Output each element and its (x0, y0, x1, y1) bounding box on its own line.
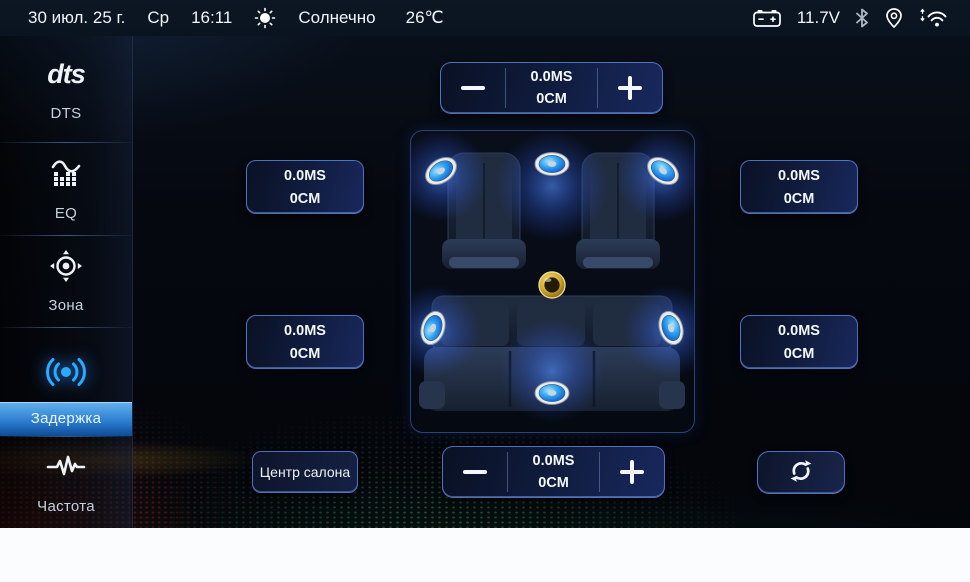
sidebar-item-delay[interactable]: Задержка (0, 328, 132, 436)
front-center-delay-values: 0.0MS 0CM (505, 68, 598, 108)
front-center-minus-button[interactable] (441, 63, 505, 113)
rear-center-minus-button[interactable] (443, 447, 507, 497)
delay-cm-value: 0CM (538, 475, 569, 491)
delay-value-front-right[interactable]: 0.0MS 0CM (740, 160, 858, 214)
delay-ms-value: 0.0MS (778, 168, 820, 184)
status-weekday: Ср (147, 8, 169, 28)
sidebar-item-label: Задержка (0, 402, 132, 436)
status-time: 16:11 (191, 8, 232, 28)
delay-cm-value: 0CM (784, 191, 815, 207)
zone-target-icon (48, 248, 84, 284)
sidebar-item-eq[interactable]: EQ (0, 143, 132, 235)
delay-cm-value: 0CM (290, 346, 321, 362)
sidebar-item-label: DTS (51, 105, 82, 122)
minus-icon (463, 470, 487, 475)
plus-icon (620, 460, 644, 484)
delay-cm-value: 0CM (290, 191, 321, 207)
status-voltage: 11.7V (797, 8, 840, 28)
reset-delays-button[interactable] (757, 451, 845, 494)
rear-center-delay-stepper: 0.0MS 0CM (442, 446, 665, 498)
status-date: 30 июл. 25 г. (28, 8, 125, 28)
frequency-wave-icon (46, 449, 86, 485)
delay-ms-value: 0.0MS (533, 453, 575, 469)
car-battery-icon (751, 7, 783, 29)
front-center-plus-button[interactable] (598, 63, 662, 113)
rear-center-plus-button[interactable] (600, 447, 664, 497)
front-center-delay-stepper: 0.0MS 0CM (440, 62, 663, 114)
equalizer-icon (49, 156, 83, 192)
delay-ms-value: 0.0MS (284, 323, 326, 339)
sidebar-item-label: Зона (48, 297, 83, 314)
bluetooth-icon (854, 7, 870, 29)
sidebar: dts DTS EQ (0, 36, 133, 528)
status-bar: 30 июл. 25 г. Ср 16:11 Солнечно 26℃ (0, 0, 970, 36)
sidebar-item-dts[interactable]: dts DTS (0, 36, 132, 142)
location-icon (884, 7, 904, 29)
sidebar-item-frequency[interactable]: Частота (0, 437, 132, 529)
reset-refresh-icon (787, 457, 815, 488)
center-point-knob (539, 272, 565, 298)
delay-ms-value: 0.0MS (531, 69, 573, 85)
rear-center-speaker (535, 382, 569, 405)
rear-center-delay-values: 0.0MS 0CM (507, 452, 600, 492)
sidebar-item-label: Частота (37, 498, 95, 515)
delay-ms-value: 0.0MS (284, 168, 326, 184)
wifi-icon (918, 7, 948, 29)
delay-cm-value: 0CM (536, 91, 567, 107)
plus-icon (618, 76, 642, 100)
status-weather-text: Солнечно (298, 8, 375, 28)
dts-logo: dts (47, 56, 85, 92)
sun-icon (254, 7, 276, 29)
status-temperature: 26℃ (406, 8, 444, 28)
listening-position-button[interactable]: Центр салона (252, 451, 358, 493)
sidebar-item-zone[interactable]: Зона (0, 236, 132, 328)
delay-value-front-left[interactable]: 0.0MS 0CM (246, 160, 364, 214)
delay-value-rear-left[interactable]: 0.0MS 0CM (246, 315, 364, 369)
delay-ms-value: 0.0MS (778, 323, 820, 339)
delay-signal-icon (44, 354, 88, 390)
sidebar-item-label: EQ (55, 205, 77, 222)
front-center-speaker (535, 153, 569, 176)
head-unit-screen: 30 июл. 25 г. Ср 16:11 Солнечно 26℃ (0, 0, 970, 582)
minus-icon (461, 86, 485, 91)
delay-cm-value: 0CM (784, 346, 815, 362)
car-cabin-speaker-map (410, 130, 695, 433)
delay-value-rear-right[interactable]: 0.0MS 0CM (740, 315, 858, 369)
navigation-dock: 91.2 (0, 528, 970, 582)
